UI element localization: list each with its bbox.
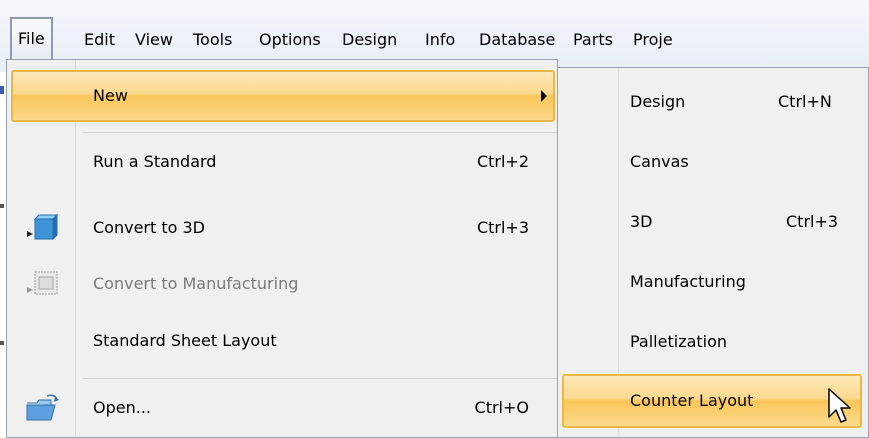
submenu-item-3d[interactable]: 3D Ctrl+3 [558,192,868,252]
menu-item-standard-sheet-layout[interactable]: Standard Sheet Layout [7,313,557,369]
menu-item-label: Standard Sheet Layout [93,331,277,350]
submenu-item-manufacturing[interactable]: Manufacturing [558,252,868,312]
window-edge-mark [0,204,4,208]
menu-project[interactable]: Proje [633,20,673,60]
menu-item-label: 3D [630,212,653,231]
manufacturing-convert-icon [27,271,58,295]
menu-separator [83,132,557,133]
menu-item-shortcut: Ctrl+O [474,398,529,417]
menu-item-label: Open... [93,398,151,417]
menu-design[interactable]: Design [342,20,397,60]
menu-separator [83,378,557,379]
submenu-arrow-icon [541,90,547,102]
new-submenu: Design Ctrl+N Canvas 3D Ctrl+3 Manufactu… [557,67,869,438]
menu-item-new[interactable]: New [11,70,555,122]
menu-item-label: Run a Standard [93,152,217,171]
menu-item-label: Manufacturing [630,272,746,291]
menu-item-label: Design [630,92,686,111]
menu-info[interactable]: Info [425,20,455,60]
menu-item-label: Convert to Manufacturing [93,274,299,293]
submenu-item-canvas[interactable]: Canvas [558,132,868,192]
menu-item-label: Canvas [630,152,689,171]
menu-file[interactable]: File [10,17,53,59]
menu-item-shortcut: Ctrl+3 [786,212,839,231]
menu-parts[interactable]: Parts [573,20,613,60]
submenu-item-counter-layout[interactable]: Counter Layout [562,374,862,428]
menu-options[interactable]: Options [259,20,321,60]
window-edge-mark [0,86,4,94]
menu-view[interactable]: View [135,20,173,60]
menu-tools[interactable]: Tools [193,20,232,60]
menu-edit[interactable]: Edit [84,20,115,60]
window-edge-mark [0,341,4,345]
submenu-item-design[interactable]: Design Ctrl+N [558,72,868,132]
menu-item-convert-to-manufacturing[interactable]: Convert to Manufacturing [7,256,557,312]
cube-convert-icon [27,213,59,241]
submenu-item-palletization[interactable]: Palletization [558,312,868,372]
menu-item-label: Counter Layout [630,391,754,410]
menu-item-shortcut: Ctrl+3 [476,218,529,237]
mouse-cursor-icon [828,388,851,423]
menu-item-shortcut: Ctrl+N [778,92,832,111]
menu-item-label: New [93,86,128,105]
menu-item-shortcut: Ctrl+2 [476,152,529,171]
menu-item-label: Convert to 3D [93,218,205,237]
menu-database[interactable]: Database [479,20,555,60]
menu-item-run-a-standard[interactable]: Run a Standard Ctrl+2 [7,134,557,190]
file-menu-dropdown: New Run a Standard Ctrl+2 Convert to 3D … [6,59,558,438]
menu-item-open[interactable]: Open... Ctrl+O [7,380,557,436]
menu-item-convert-to-3d[interactable]: Convert to 3D Ctrl+3 [7,200,557,256]
open-folder-icon [26,394,59,421]
menu-item-label: Palletization [630,332,728,351]
